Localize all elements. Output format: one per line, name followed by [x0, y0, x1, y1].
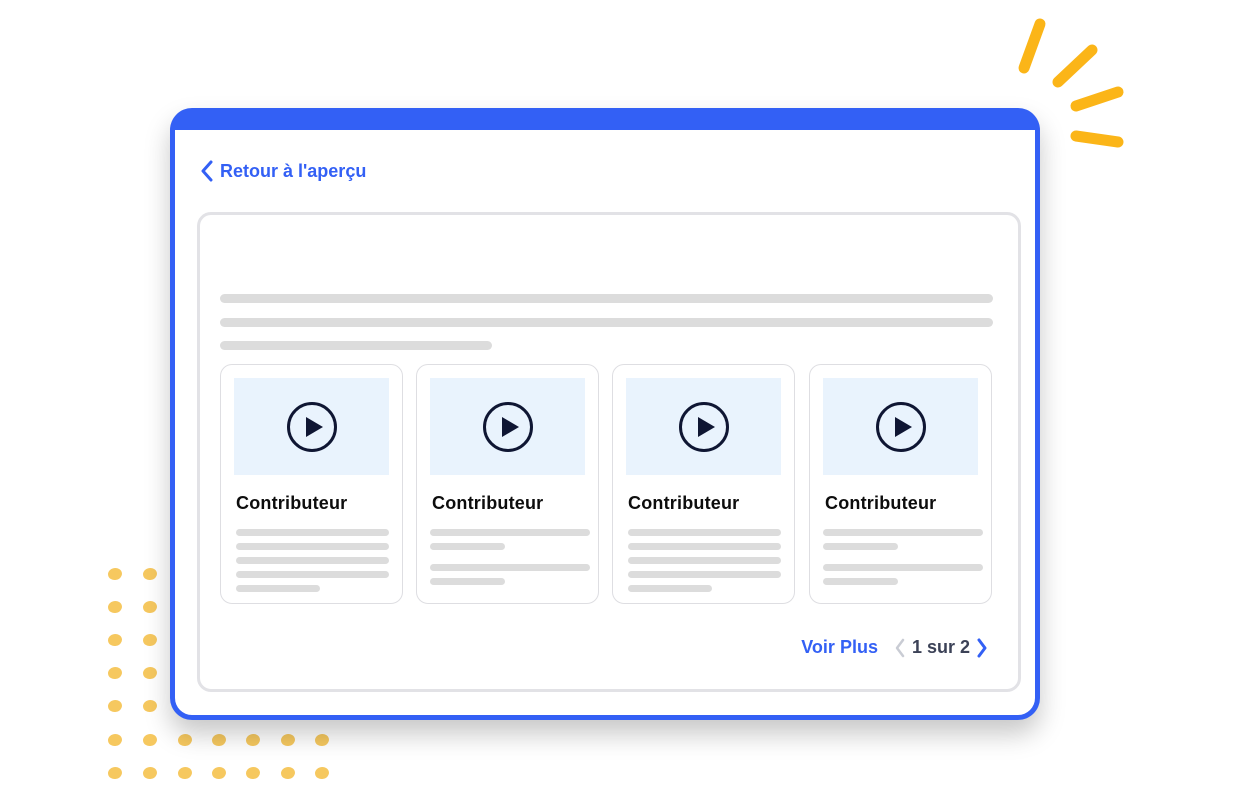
- placeholder-line: [430, 543, 505, 550]
- video-thumbnail[interactable]: [430, 378, 585, 475]
- video-thumbnail[interactable]: [234, 378, 389, 475]
- page-indicator: 1 sur 2: [911, 637, 970, 657]
- video-card[interactable]: Contributeur: [220, 364, 403, 604]
- placeholder-line: [628, 557, 781, 564]
- play-icon[interactable]: [286, 401, 338, 453]
- chevron-left-icon: [201, 160, 213, 182]
- placeholder-line: [823, 564, 983, 571]
- chevron-left-icon[interactable]: [894, 638, 906, 658]
- placeholder-line: [430, 564, 590, 571]
- placeholder-line: [220, 341, 492, 350]
- placeholder-line: [236, 557, 389, 564]
- placeholder-line: [236, 585, 320, 592]
- back-link-label: Retour à l'aperçu: [220, 160, 367, 181]
- video-card[interactable]: Contributeur: [416, 364, 599, 604]
- play-icon[interactable]: [875, 401, 927, 453]
- app-window: Retour à l'aperçu Contributeur Contribut…: [170, 108, 1040, 720]
- video-thumbnail[interactable]: [626, 378, 781, 475]
- placeholder-line: [628, 529, 781, 536]
- placeholder-line: [823, 543, 898, 550]
- placeholder-line: [236, 571, 389, 578]
- pagination-bar: Voir Plus 1 sur 2: [801, 637, 988, 658]
- card-title: Contributeur: [825, 493, 937, 513]
- play-icon[interactable]: [482, 401, 534, 453]
- placeholder-line: [823, 578, 898, 585]
- placeholder-line: [628, 585, 712, 592]
- voir-plus-link[interactable]: Voir Plus: [801, 637, 878, 658]
- card-title: Contributeur: [628, 493, 740, 513]
- placeholder-line: [236, 543, 389, 550]
- placeholder-line: [236, 529, 389, 536]
- placeholder-line: [220, 318, 993, 327]
- placeholder-line: [628, 571, 781, 578]
- placeholder-line: [823, 529, 983, 536]
- placeholder-line: [628, 543, 781, 550]
- placeholder-line: [430, 578, 505, 585]
- card-title: Contributeur: [236, 493, 348, 513]
- chevron-right-icon[interactable]: [976, 638, 988, 658]
- video-card[interactable]: Contributeur: [612, 364, 795, 604]
- play-icon[interactable]: [678, 401, 730, 453]
- placeholder-line: [430, 529, 590, 536]
- content-panel: Contributeur Contributeur Contributeur C…: [197, 212, 1021, 692]
- back-link[interactable]: Retour à l'aperçu: [200, 160, 366, 182]
- video-thumbnail[interactable]: [823, 378, 978, 475]
- card-title: Contributeur: [432, 493, 544, 513]
- placeholder-line: [220, 294, 993, 303]
- video-card[interactable]: Contributeur: [809, 364, 992, 604]
